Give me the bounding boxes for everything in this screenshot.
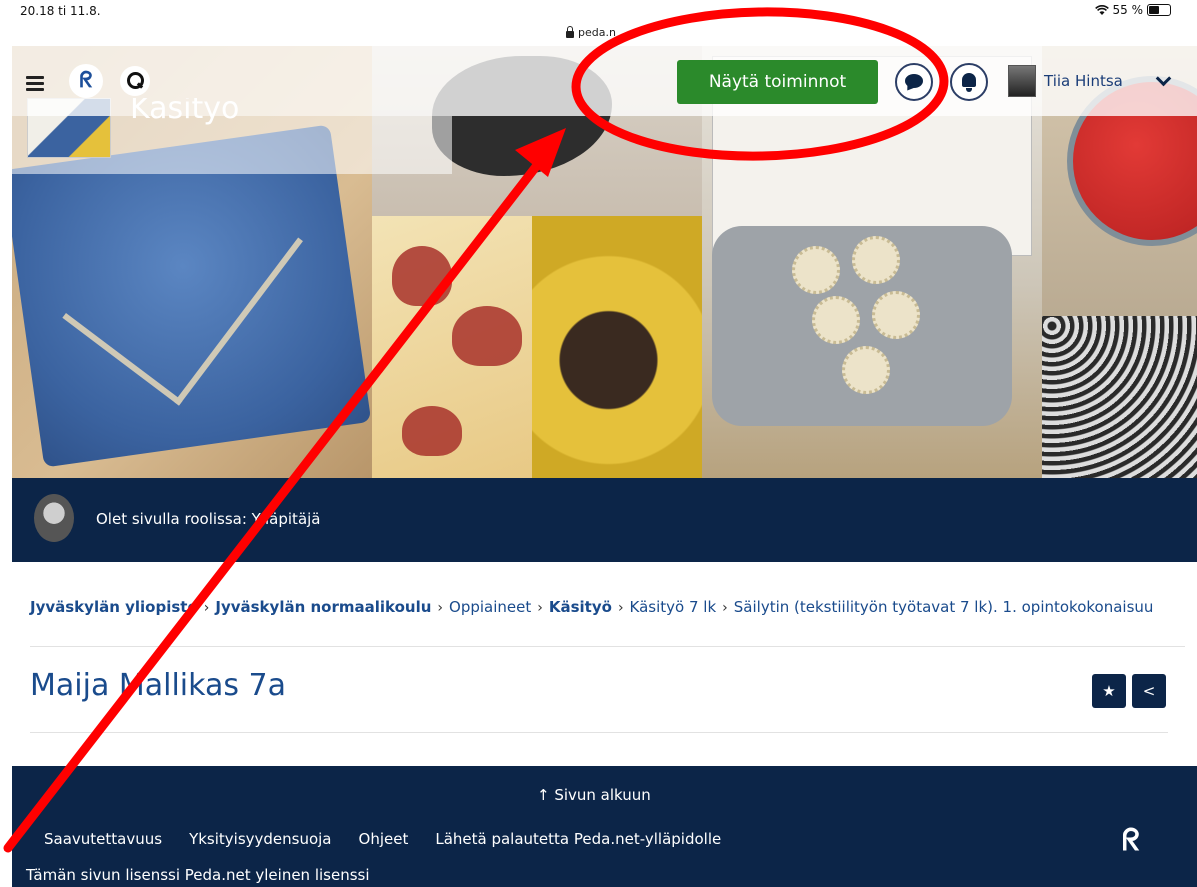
breadcrumb-separator: › xyxy=(203,600,210,616)
breadcrumb-item[interactable]: Oppiaineet xyxy=(449,598,531,616)
bell-icon[interactable] xyxy=(950,63,988,101)
hero-tile-sunflower xyxy=(532,216,702,478)
back-to-top-link[interactable]: ↑ Sivun alkuun xyxy=(537,786,651,804)
page-title: Maija Mallikas 7a xyxy=(30,668,286,703)
lock-icon xyxy=(566,25,574,38)
battery-percent: 55 % xyxy=(1112,3,1144,17)
fabric-shape xyxy=(1042,316,1197,478)
breadcrumb-separator: › xyxy=(537,600,543,616)
url-text: peda.n xyxy=(578,26,616,39)
wifi-icon xyxy=(1094,4,1109,15)
user-avatar[interactable] xyxy=(1008,65,1036,97)
breadcrumb-separator: › xyxy=(617,600,624,616)
lace-shape xyxy=(872,291,920,339)
footer-link-accessibility[interactable]: Saavutettavuus xyxy=(44,830,162,848)
url-display[interactable]: peda.n xyxy=(566,25,616,39)
heart-shape xyxy=(452,306,522,366)
footer-link-privacy[interactable]: Yksityisyydensuoja xyxy=(189,830,331,848)
status-right: 55 % xyxy=(1094,3,1171,17)
license-text[interactable]: Tämän sivun lisenssi Peda.net yleinen li… xyxy=(26,866,370,884)
breadcrumb-separator: › xyxy=(722,600,728,616)
pouch-shape xyxy=(12,124,372,468)
top-navigation: ᖇ Näytä toiminnot Tiia Hintsa xyxy=(12,46,1197,116)
breadcrumb-item[interactable]: Jyväskylän yliopisto xyxy=(30,598,198,616)
chevron-down-icon[interactable] xyxy=(1155,70,1172,87)
breadcrumb-separator: › xyxy=(437,600,444,616)
breadcrumb-item[interactable]: Säilytin (tekstiilityön työtavat 7 lk). … xyxy=(734,598,1154,616)
lace-shape xyxy=(812,296,860,344)
hamburger-icon[interactable] xyxy=(26,76,44,91)
hero-tile-hearts xyxy=(372,216,532,478)
peda-logo-icon[interactable]: ᖇ xyxy=(69,64,103,98)
search-icon[interactable] xyxy=(120,66,150,96)
breadcrumb-item[interactable]: Käsityö xyxy=(549,598,612,616)
breadcrumb-item[interactable]: Jyväskylän normaalikoulu xyxy=(215,598,431,616)
status-bar: 20.18 ti 11.8. 55 % xyxy=(0,0,1197,22)
share-icon[interactable]: < xyxy=(1132,674,1166,708)
role-bar: Olet sivulla roolissa: Ylläpitäjä xyxy=(12,478,1197,562)
role-avatar xyxy=(34,494,74,542)
show-actions-button[interactable]: Näytä toiminnot xyxy=(677,60,878,104)
chat-icon[interactable] xyxy=(895,63,933,101)
lace-shape xyxy=(842,346,890,394)
footer-link-help[interactable]: Ohjeet xyxy=(359,830,409,848)
footer-links: Saavutettavuus Yksityisyydensuoja Ohjeet… xyxy=(44,830,721,848)
user-name[interactable]: Tiia Hintsa xyxy=(1044,72,1123,90)
role-text: Olet sivulla roolissa: Ylläpitäjä xyxy=(96,510,321,528)
battery-fill xyxy=(1149,6,1160,14)
breadcrumb-item[interactable]: Käsityö 7 lk xyxy=(630,598,717,616)
address-bar[interactable]: peda.n xyxy=(0,22,1197,46)
divider xyxy=(30,732,1168,733)
battery-icon xyxy=(1147,4,1171,16)
heart-shape xyxy=(392,246,452,306)
heart-shape xyxy=(402,406,462,456)
peda-logo-icon: ᖇ xyxy=(1122,823,1140,858)
divider xyxy=(30,646,1185,647)
footer-link-feedback[interactable]: Lähetä palautetta Peda.net-ylläpidolle xyxy=(435,830,721,848)
lace-shape xyxy=(792,246,840,294)
lace-shape xyxy=(852,236,900,284)
status-time: 20.18 ti 11.8. xyxy=(20,4,101,18)
page-frame: Käsityö ᖇ Näytä toiminnot Tiia Hintsa Ol… xyxy=(12,46,1197,887)
breadcrumb: Jyväskylän yliopisto › Jyväskylän normaali… xyxy=(30,598,1153,616)
star-icon[interactable]: ★ xyxy=(1092,674,1126,708)
footer: ↑ Sivun alkuun Saavutettavuus Yksityisyy… xyxy=(12,766,1197,887)
